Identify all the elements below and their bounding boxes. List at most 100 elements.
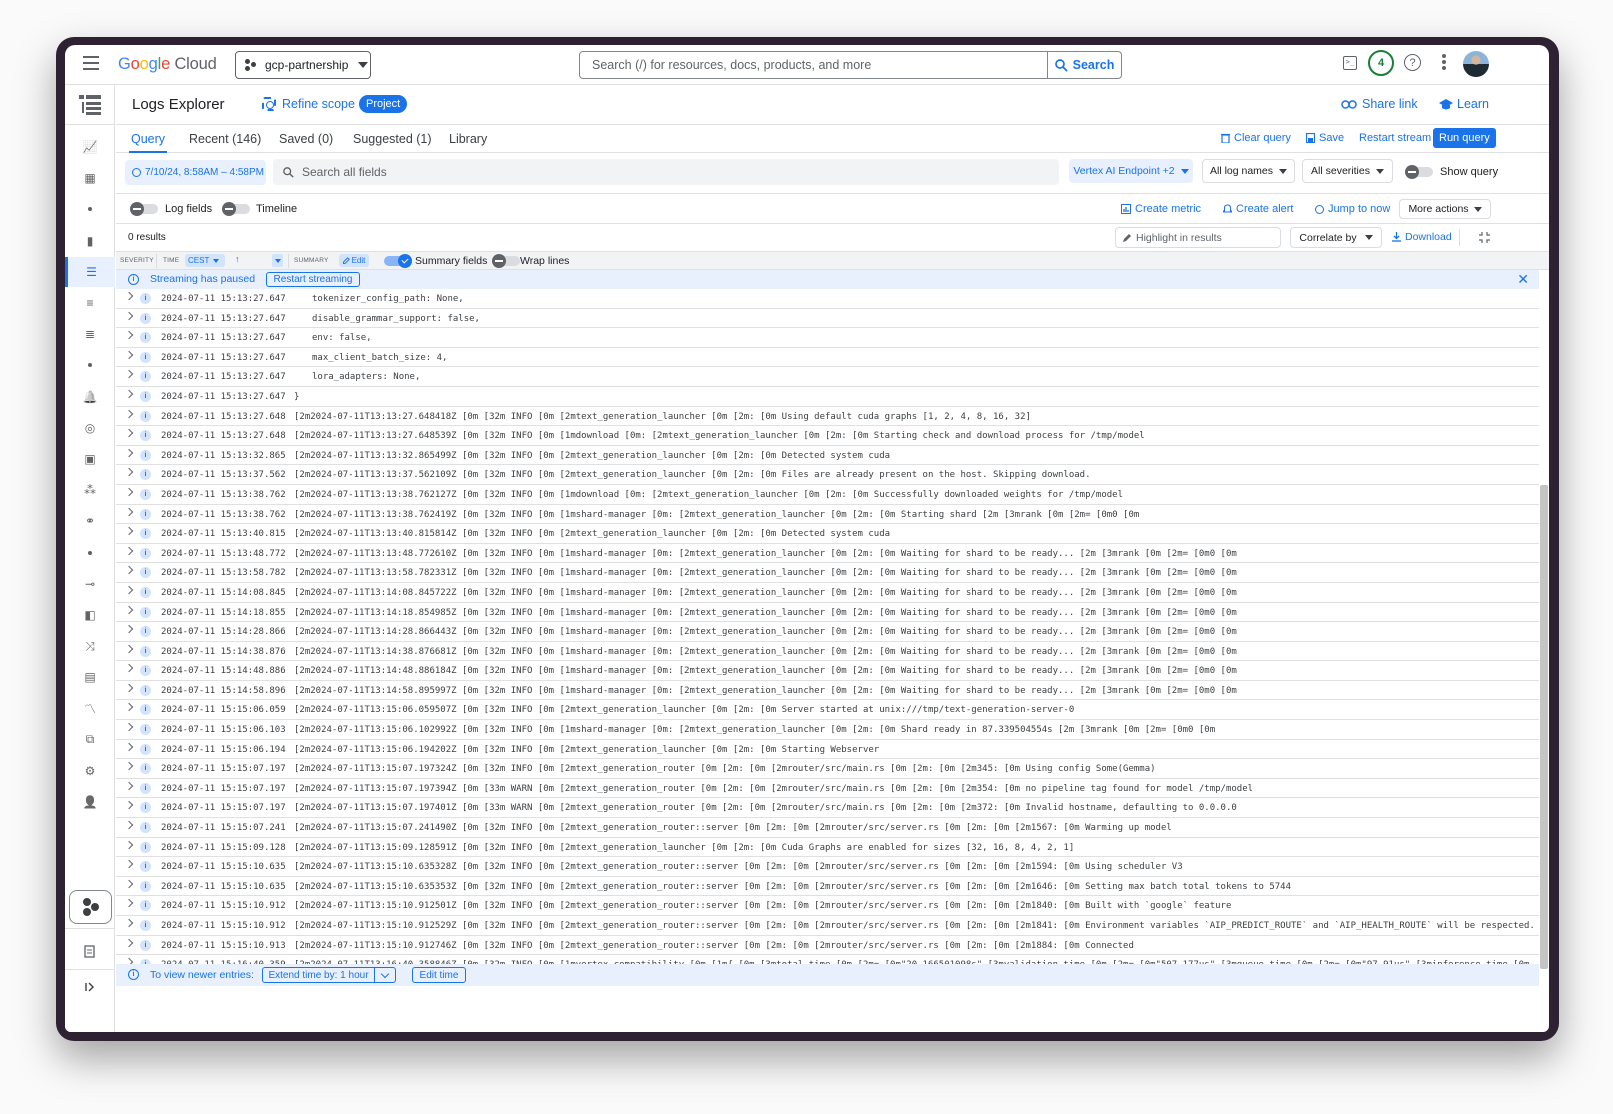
time-range-picker[interactable]: 7/10/24, 8:58AM – 4:58PM xyxy=(125,160,266,185)
expand-chevron-icon[interactable] xyxy=(124,879,134,889)
expand-chevron-icon[interactable] xyxy=(124,624,134,634)
log-row[interactable]: i 2024-07-11 15:15:10.913 [2m2024-07-11T13… xyxy=(116,936,1539,956)
main-menu-icon[interactable] xyxy=(83,56,99,70)
log-row[interactable]: i 2024-07-11 15:14:18.855 [2m2024-07-11T13… xyxy=(116,603,1539,623)
refine-scope-button[interactable]: Refine scope xyxy=(262,97,355,111)
learn-button[interactable]: Learn xyxy=(1439,97,1489,111)
products-icon[interactable] xyxy=(69,890,112,924)
extend-time-dropdown[interactable] xyxy=(375,968,395,982)
expand-chevron-icon[interactable] xyxy=(124,899,134,908)
edit-summary-button[interactable]: Edit xyxy=(339,254,369,267)
log-row[interactable]: i 2024-07-11 15:15:07.197 [2m2024-07-11T13… xyxy=(116,798,1539,819)
bar-chart-icon[interactable]: ▮ xyxy=(65,226,115,256)
log-row[interactable]: i 2024-07-11 15:13:38.762 [2m2024-07-11T13… xyxy=(116,505,1539,525)
log-row[interactable]: i 2024-07-11 15:13:38.762 [2m2024-07-11T13… xyxy=(116,485,1539,505)
jump-to-now-button[interactable]: Jump to now xyxy=(1315,203,1390,215)
expand-chevron-icon[interactable] xyxy=(124,683,134,693)
close-icon[interactable]: ✕ xyxy=(1517,271,1529,288)
highlight-input[interactable] xyxy=(1136,231,1276,244)
run-query-button[interactable]: Run query xyxy=(1433,128,1496,148)
log-fields-toggle[interactable] xyxy=(130,202,158,216)
expand-chevron-icon[interactable] xyxy=(124,546,134,555)
notifications-badge[interactable]: 4 xyxy=(1368,50,1394,76)
expand-chevron-icon[interactable] xyxy=(124,566,134,575)
release-notes-icon[interactable] xyxy=(65,936,115,966)
google-cloud-logo[interactable]: Google Cloud xyxy=(118,55,217,74)
clear-query-button[interactable]: Clear query xyxy=(1221,132,1291,144)
share-link-button[interactable]: Share link xyxy=(1341,97,1418,111)
expand-chevron-icon[interactable] xyxy=(124,428,134,438)
expand-chevron-icon[interactable] xyxy=(124,840,134,849)
extend-time-button[interactable]: Extend time by: 1 hour xyxy=(262,967,396,983)
severity-dropdown[interactable]: All severities xyxy=(1302,159,1393,183)
expand-chevron-icon[interactable] xyxy=(124,859,134,869)
expand-rail-icon[interactable] xyxy=(65,972,115,1002)
tab-recent[interactable]: Recent (146) xyxy=(189,132,261,146)
expand-chevron-icon[interactable] xyxy=(124,526,134,536)
correlate-by-dropdown[interactable]: Correlate by xyxy=(1290,227,1382,248)
log-router-icon[interactable]: ≣ xyxy=(65,319,115,349)
app-monitoring-icon[interactable]: ⚭ xyxy=(65,506,115,536)
service-graph-icon[interactable]: ⁂ xyxy=(65,475,115,505)
create-metric-button[interactable]: Create metric xyxy=(1121,203,1201,215)
tab-saved[interactable]: Saved (0) xyxy=(279,132,333,146)
log-row[interactable]: i 2024-07-11 15:15:07.241 [2m2024-07-11T13… xyxy=(116,818,1539,838)
timezone-dropdown[interactable]: CEST xyxy=(185,254,225,267)
log-row[interactable]: i 2024-07-11 15:15:06.103 [2m2024-07-11T13… xyxy=(116,720,1539,740)
log-row[interactable]: i 2024-07-11 15:13:58.782 [2m2024-07-11T13… xyxy=(116,563,1539,583)
log-row[interactable]: i 2024-07-11 15:13:37.562 [2m2024-07-11T13… xyxy=(116,465,1539,485)
log-row[interactable]: i 2024-07-11 15:13:27.647 lora_adapters: N… xyxy=(116,367,1539,387)
log-row[interactable]: i 2024-07-11 15:15:07.197 [2m2024-07-11T13… xyxy=(116,759,1539,779)
log-row[interactable]: i 2024-07-11 15:15:10.912 [2m2024-07-11T13… xyxy=(116,916,1539,936)
log-row[interactable]: i 2024-07-11 15:15:10.635 [2m2024-07-11T13… xyxy=(116,857,1539,877)
severity-column-header[interactable]: SEVERITY xyxy=(120,257,154,264)
log-analytics-icon[interactable]: ≡ xyxy=(65,288,115,318)
expand-chevron-icon[interactable] xyxy=(124,781,134,791)
expand-chevron-icon[interactable] xyxy=(124,507,134,516)
download-button[interactable]: Download xyxy=(1392,231,1452,243)
integrations-icon[interactable]: ⊸ xyxy=(65,569,115,599)
time-column-header[interactable]: TIME xyxy=(163,257,179,264)
wrap-lines-toggle[interactable] xyxy=(492,254,520,268)
log-row[interactable]: i 2024-07-11 15:14:38.876 [2m2024-07-11T13… xyxy=(116,642,1539,662)
log-row[interactable]: i 2024-07-11 15:13:27.648 [2m2024-07-11T13… xyxy=(116,407,1539,427)
tab-library[interactable]: Library xyxy=(449,132,487,146)
slo-icon[interactable]: ◎ xyxy=(65,413,115,443)
log-scrollbar[interactable] xyxy=(1540,485,1548,969)
expand-chevron-icon[interactable] xyxy=(124,370,134,379)
search-all-fields-input[interactable] xyxy=(302,165,1059,179)
timeline-toggle[interactable] xyxy=(222,202,250,216)
expand-chevron-icon[interactable] xyxy=(124,742,134,751)
profiler-icon[interactable]: ▤ xyxy=(65,662,115,692)
show-query-toggle[interactable] xyxy=(1405,165,1433,179)
expand-chevron-icon[interactable] xyxy=(124,350,134,360)
dashboard-icon[interactable]: ▦ xyxy=(65,163,115,193)
expand-chevron-icon[interactable] xyxy=(124,605,134,614)
logs-explorer-icon[interactable]: ☰ xyxy=(65,256,115,287)
log-row[interactable]: i 2024-07-11 15:15:10.912 [2m2024-07-11T13… xyxy=(116,896,1539,916)
log-row[interactable]: i 2024-07-11 15:13:27.647 disable_grammar_… xyxy=(116,309,1539,329)
expand-chevron-icon[interactable] xyxy=(124,918,134,928)
log-row[interactable]: i 2024-07-11 15:15:06.059 [2m2024-07-11T13… xyxy=(116,700,1539,721)
log-row[interactable]: i 2024-07-11 15:14:28.866 [2m2024-07-11T13… xyxy=(116,622,1539,642)
expand-chevron-icon[interactable] xyxy=(124,762,134,771)
log-row[interactable]: i 2024-07-11 15:15:09.128 [2m2024-07-11T13… xyxy=(116,838,1539,858)
log-row[interactable]: i 2024-07-11 15:15:07.197 [2m2024-07-11T13… xyxy=(116,779,1539,799)
logging-product-icon[interactable] xyxy=(78,94,101,115)
expand-chevron-icon[interactable] xyxy=(124,585,134,595)
log-row[interactable]: i2024-07-11 15:16:40.359[2m2024-07-11T13… xyxy=(116,955,1539,964)
metrics-scope-icon[interactable]: ◧ xyxy=(65,600,115,630)
collapse-icon[interactable] xyxy=(1479,232,1490,243)
log-row[interactable]: i 2024-07-11 15:14:48.886 [2m2024-07-11T13… xyxy=(116,661,1539,681)
more-actions-dropdown[interactable]: More actions xyxy=(1399,199,1491,219)
expand-chevron-icon[interactable] xyxy=(124,664,134,673)
log-row[interactable]: i 2024-07-11 15:13:32.865 [2m2024-07-11T13… xyxy=(116,446,1539,466)
log-row[interactable]: i 2024-07-11 15:15:10.635 [2m2024-07-11T13… xyxy=(116,877,1539,897)
time-column-menu[interactable] xyxy=(272,254,283,267)
expand-chevron-icon[interactable] xyxy=(124,409,134,418)
monitoring-icon[interactable]: 📈 xyxy=(65,132,115,162)
log-row[interactable]: i 2024-07-11 15:13:27.647 tokenizer_config… xyxy=(116,289,1539,309)
expand-chevron-icon[interactable] xyxy=(124,722,134,732)
tab-suggested[interactable]: Suggested (1) xyxy=(353,132,432,146)
cloud-shell-icon[interactable]: >_ xyxy=(1343,56,1357,70)
